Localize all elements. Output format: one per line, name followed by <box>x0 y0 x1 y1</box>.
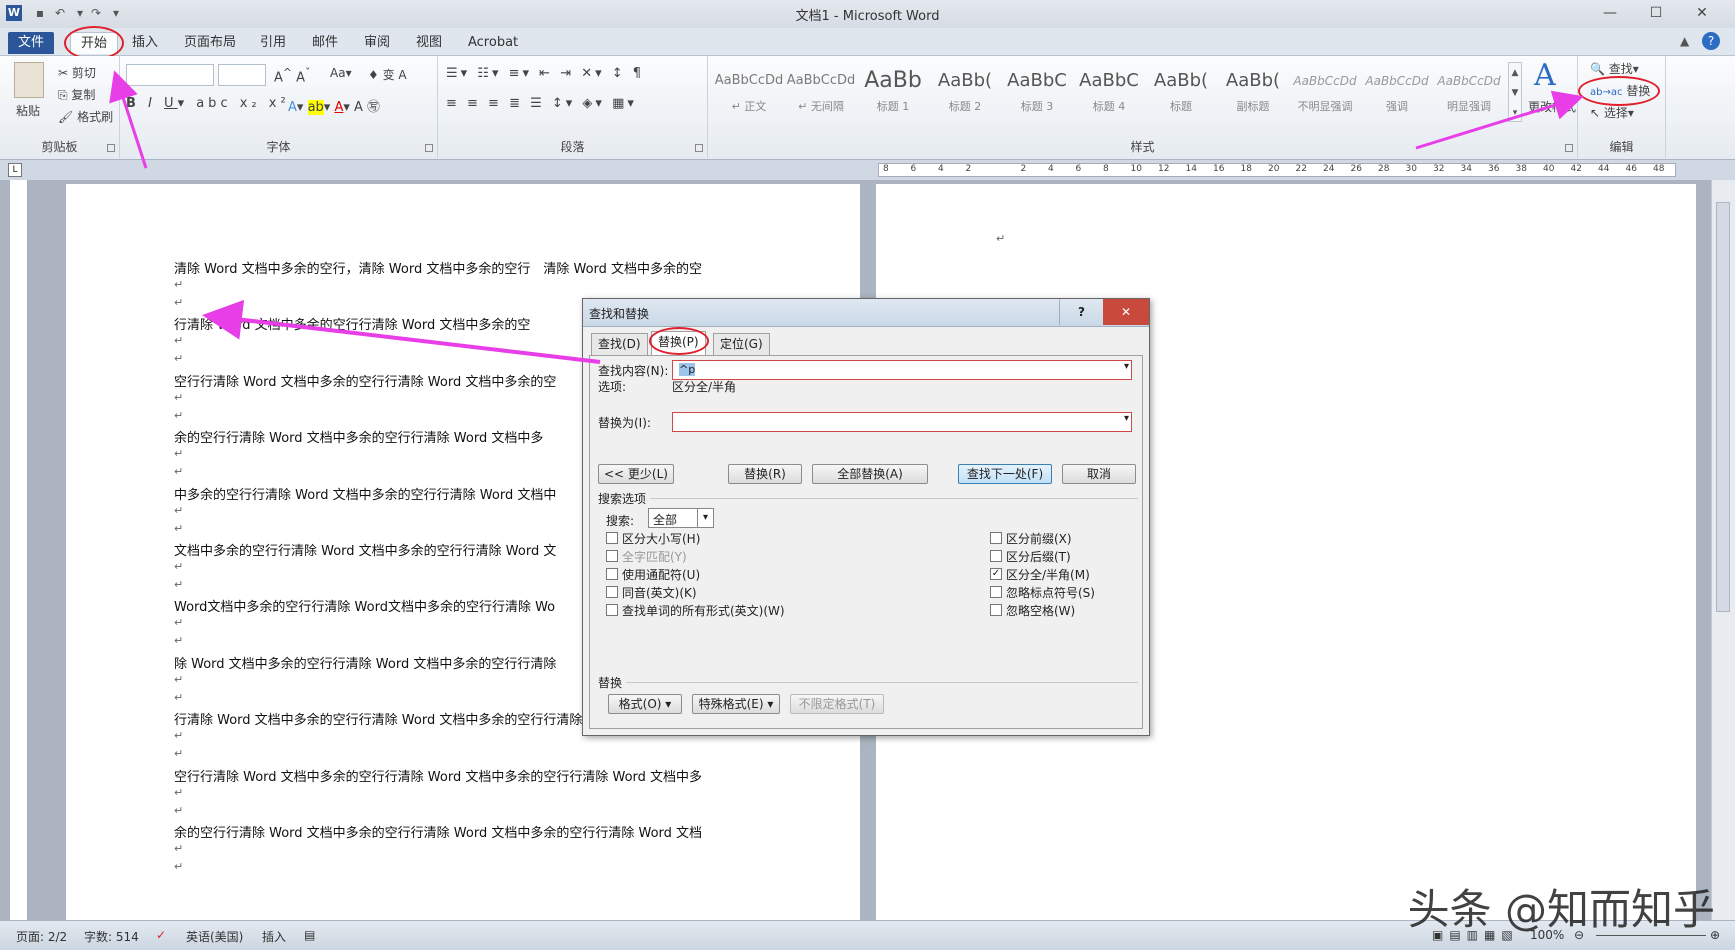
watermark: 头条 @知而知乎 <box>1407 885 1715 934</box>
annotation-arrow-home <box>109 70 148 169</box>
annotation-arrow-paragraph <box>202 299 601 364</box>
annotation-arrows <box>109 70 1584 364</box>
annotation-arrow-replace <box>1415 90 1584 150</box>
